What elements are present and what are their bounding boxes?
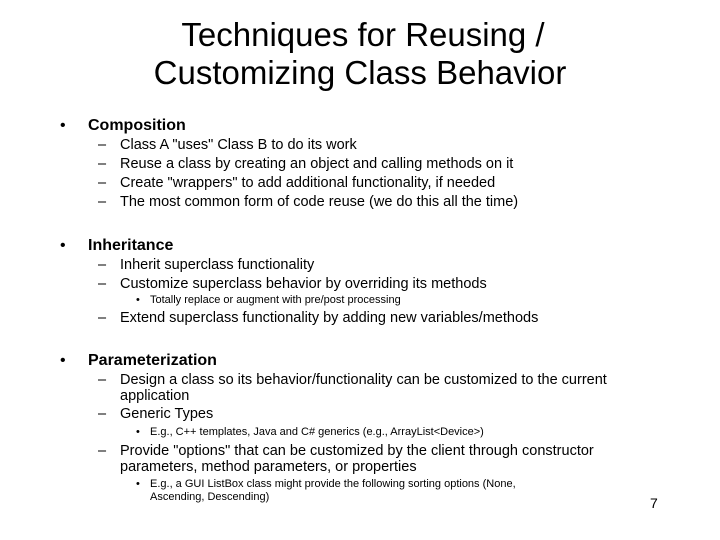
dash-icon: – xyxy=(98,372,107,388)
section-heading: Parameterization xyxy=(88,352,217,369)
list-item-text: application xyxy=(120,388,190,404)
dash-icon: – xyxy=(98,257,107,273)
sub-list-item-text: E.g., a GUI ListBox class might provide … xyxy=(150,478,516,490)
dash-icon: – xyxy=(98,175,107,191)
slide-number: 7 xyxy=(650,495,658,511)
sub-list-item-text: Totally replace or augment with pre/post… xyxy=(150,294,401,306)
sub-list-item-text: Ascending, Descending) xyxy=(150,491,270,503)
sub-list-item-text: E.g., C++ templates, Java and C# generic… xyxy=(150,426,484,438)
section-heading: Inheritance xyxy=(88,237,174,254)
small-bullet-icon: • xyxy=(136,426,140,438)
dash-icon: – xyxy=(98,310,107,326)
list-item-text: Extend superclass functionality by addin… xyxy=(120,310,539,326)
bullet-icon: • xyxy=(60,237,66,254)
slide-body: • Composition – Class A "uses" Class B t… xyxy=(0,0,720,540)
list-item-text: Provide "options" that can be customized… xyxy=(120,443,594,459)
dash-icon: – xyxy=(98,276,107,292)
list-item-text: Class A "uses" Class B to do its work xyxy=(120,137,357,153)
bullet-icon: • xyxy=(60,117,66,134)
bullet-icon: • xyxy=(60,352,66,369)
list-item-text: Design a class so its behavior/functiona… xyxy=(120,372,607,388)
small-bullet-icon: • xyxy=(136,294,140,306)
dash-icon: – xyxy=(98,156,107,172)
dash-icon: – xyxy=(98,137,107,153)
dash-icon: – xyxy=(98,194,107,210)
list-item-text: Inherit superclass functionality xyxy=(120,257,315,273)
list-item-text: The most common form of code reuse (we d… xyxy=(120,194,519,210)
list-item-text: Reuse a class by creating an object and … xyxy=(120,156,514,172)
dash-icon: – xyxy=(98,443,107,459)
dash-icon: – xyxy=(98,406,107,422)
list-item-text: Customize superclass behavior by overrid… xyxy=(120,276,487,292)
list-item-text: Create "wrappers" to add additional func… xyxy=(120,175,496,191)
list-item-text: parameters, method parameters, or proper… xyxy=(120,459,417,475)
section-heading: Composition xyxy=(88,117,186,134)
small-bullet-icon: • xyxy=(136,478,140,490)
list-item-text: Generic Types xyxy=(120,406,214,422)
